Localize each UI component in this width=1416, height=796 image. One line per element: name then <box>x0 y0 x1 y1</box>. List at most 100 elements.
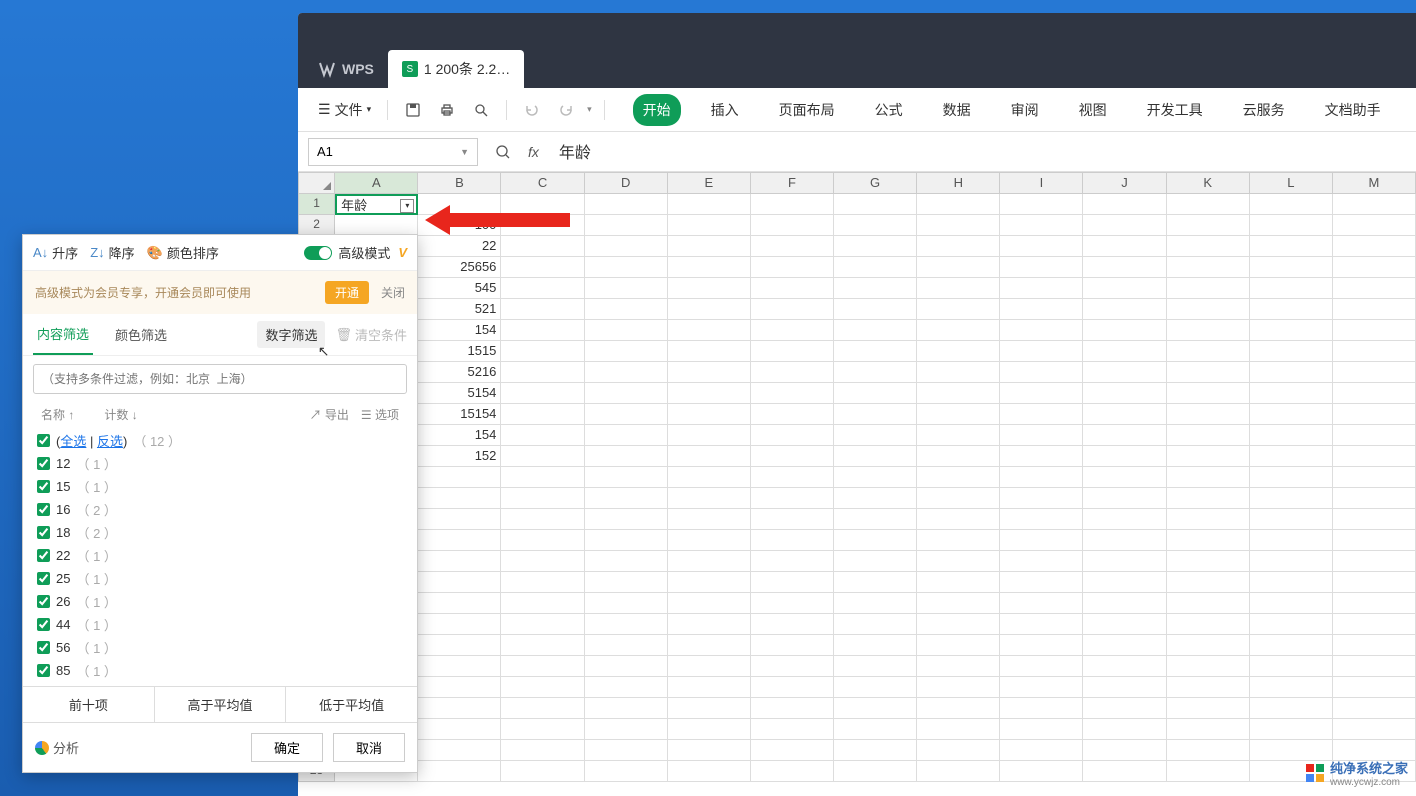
cell[interactable] <box>834 551 917 572</box>
cell[interactable] <box>1000 320 1083 341</box>
cell[interactable] <box>668 509 751 530</box>
cell[interactable] <box>1000 593 1083 614</box>
filter-item[interactable]: 12（ 1 ） <box>33 452 407 475</box>
cell[interactable] <box>1083 677 1166 698</box>
cell[interactable] <box>668 362 751 383</box>
cell[interactable] <box>1333 446 1416 467</box>
cell[interactable] <box>751 488 834 509</box>
cell[interactable] <box>834 341 917 362</box>
cell[interactable]: 22 <box>418 236 501 257</box>
cell[interactable]: 100 <box>418 215 501 236</box>
cell[interactable] <box>751 362 834 383</box>
save-icon[interactable] <box>400 97 426 123</box>
cell[interactable] <box>834 719 917 740</box>
cell[interactable] <box>585 194 668 215</box>
cell[interactable] <box>917 299 1000 320</box>
preview-icon[interactable] <box>468 97 494 123</box>
cell[interactable] <box>1083 656 1166 677</box>
cell[interactable] <box>501 698 584 719</box>
cell[interactable] <box>1250 362 1333 383</box>
filter-item[interactable]: 15（ 1 ） <box>33 475 407 498</box>
number-filter-button[interactable]: 数字筛选 ↖ <box>257 321 325 348</box>
ribbon-tab-data[interactable]: 数据 <box>933 94 981 126</box>
cell[interactable] <box>1167 299 1250 320</box>
cell[interactable] <box>1167 278 1250 299</box>
cell[interactable] <box>1250 614 1333 635</box>
cell[interactable] <box>1083 446 1166 467</box>
column-header-l[interactable]: L <box>1250 172 1333 194</box>
cancel-button[interactable]: 取消 <box>333 733 405 762</box>
cell[interactable] <box>1250 593 1333 614</box>
cell[interactable] <box>1083 614 1166 635</box>
cell[interactable] <box>834 257 917 278</box>
cell[interactable] <box>917 509 1000 530</box>
cell[interactable] <box>1250 530 1333 551</box>
cell[interactable] <box>1000 488 1083 509</box>
col-name-header[interactable]: 名称 ↑ <box>41 406 74 423</box>
cell[interactable]: 15154 <box>418 404 501 425</box>
select-all-corner[interactable] <box>298 172 335 194</box>
filter-item-all[interactable]: (全选 | 反选) （ 12 ） <box>33 429 407 452</box>
cell[interactable] <box>1167 551 1250 572</box>
checkbox-all[interactable] <box>37 434 50 447</box>
cell[interactable] <box>917 593 1000 614</box>
column-header-f[interactable]: F <box>751 172 834 194</box>
cell[interactable] <box>1083 257 1166 278</box>
column-header-e[interactable]: E <box>668 172 751 194</box>
cell[interactable] <box>917 530 1000 551</box>
checkbox[interactable] <box>37 641 50 654</box>
cell[interactable]: 545 <box>418 278 501 299</box>
cell[interactable] <box>917 761 1000 782</box>
cell[interactable] <box>1333 614 1416 635</box>
cell[interactable] <box>1167 509 1250 530</box>
cell[interactable] <box>1333 404 1416 425</box>
row-header[interactable]: 2 <box>298 215 335 236</box>
cell[interactable] <box>1000 467 1083 488</box>
column-header-c[interactable]: C <box>501 172 584 194</box>
cell[interactable] <box>1083 740 1166 761</box>
cell[interactable]: 154 <box>418 320 501 341</box>
cell[interactable] <box>1333 257 1416 278</box>
cell[interactable] <box>834 698 917 719</box>
filter-item[interactable]: 16（ 2 ） <box>33 498 407 521</box>
cell[interactable] <box>834 404 917 425</box>
cell[interactable] <box>917 467 1000 488</box>
cell[interactable] <box>751 635 834 656</box>
cell[interactable] <box>668 278 751 299</box>
column-header-b[interactable]: B <box>418 172 501 194</box>
cell[interactable] <box>917 320 1000 341</box>
cell[interactable] <box>501 530 584 551</box>
cell[interactable] <box>917 488 1000 509</box>
checkbox[interactable] <box>37 572 50 585</box>
column-header-k[interactable]: K <box>1167 172 1250 194</box>
cell[interactable] <box>501 257 584 278</box>
cell[interactable] <box>1167 194 1250 215</box>
cell[interactable] <box>834 194 917 215</box>
ribbon-tab-start[interactable]: 开始 <box>633 94 681 126</box>
cell[interactable] <box>1333 551 1416 572</box>
cell[interactable] <box>751 278 834 299</box>
ribbon-tab-cloud[interactable]: 云服务 <box>1233 94 1295 126</box>
cell[interactable]: 年龄▾ <box>335 194 418 215</box>
zoom-icon[interactable] <box>490 139 516 165</box>
advanced-mode-toggle[interactable]: 高级模式 V <box>304 243 407 262</box>
cell[interactable] <box>585 383 668 404</box>
chevron-down-icon[interactable]: ▼ <box>460 147 469 157</box>
cell[interactable] <box>751 530 834 551</box>
cell[interactable] <box>1250 446 1333 467</box>
cell[interactable] <box>1250 572 1333 593</box>
cell[interactable] <box>1167 320 1250 341</box>
cell[interactable] <box>1083 593 1166 614</box>
checkbox[interactable] <box>37 618 50 631</box>
cell[interactable] <box>418 740 501 761</box>
cell[interactable] <box>751 698 834 719</box>
cell[interactable] <box>1250 551 1333 572</box>
cell[interactable] <box>751 593 834 614</box>
cell[interactable] <box>668 719 751 740</box>
cell[interactable] <box>668 572 751 593</box>
cell[interactable] <box>668 320 751 341</box>
cell[interactable] <box>501 740 584 761</box>
cell[interactable] <box>501 677 584 698</box>
cell[interactable] <box>1167 635 1250 656</box>
cell[interactable] <box>1333 425 1416 446</box>
